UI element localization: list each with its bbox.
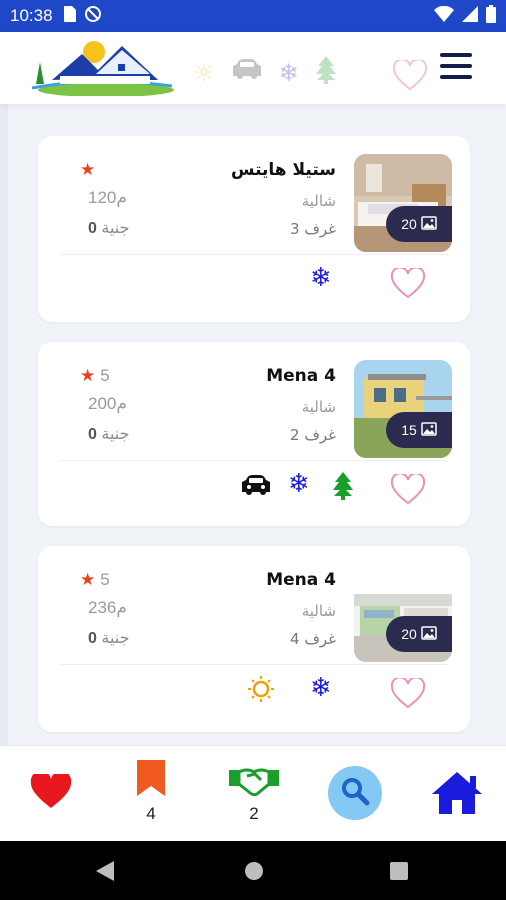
- photo-count-badge: 20: [386, 616, 452, 652]
- bookmarks-count: 4: [146, 804, 156, 823]
- price-value: 0: [88, 426, 97, 443]
- search-icon: [340, 776, 370, 810]
- price-unit: جنية: [101, 630, 130, 647]
- room-count: 2 غرف: [290, 426, 336, 444]
- heart-icon: [30, 770, 72, 814]
- listing-card[interactable]: 20 Mena 4 شالية 4 غرف ★ 5 236م 0 جنية ❄: [38, 546, 470, 732]
- room-count: 3 غرف: [290, 220, 336, 238]
- image-icon: [421, 625, 437, 643]
- system-nav-bar: [0, 841, 506, 900]
- price-unit: جنية: [101, 426, 130, 443]
- favorite-heart-icon[interactable]: [390, 266, 426, 304]
- house-logo[interactable]: [26, 40, 174, 97]
- star-icon: ★: [80, 570, 96, 589]
- sun-icon: [248, 676, 274, 708]
- home-circle-icon[interactable]: [244, 861, 264, 885]
- card-divider: [60, 254, 448, 255]
- price-unit: جنية: [101, 220, 130, 237]
- listing-price: 0 جنية: [88, 424, 129, 444]
- no-sync-icon: [84, 5, 102, 27]
- favorite-heart-icon[interactable]: [390, 676, 426, 714]
- image-icon: [421, 215, 437, 233]
- card-divider: [60, 664, 448, 665]
- back-icon[interactable]: [96, 861, 114, 885]
- listings-scroll[interactable]: 20 ستيلا هايتس شالية 3 غرف ★ 120م 0 جنية…: [0, 104, 506, 745]
- snowflake-icon[interactable]: ❄: [279, 60, 299, 86]
- listing-photo[interactable]: 20: [354, 564, 452, 662]
- deals-count: 2: [249, 804, 259, 823]
- rating: ★ 5: [80, 366, 110, 386]
- snowflake-icon: ❄: [310, 263, 332, 293]
- listing-area: 236م: [88, 598, 127, 617]
- search-button[interactable]: [328, 766, 382, 820]
- tree-icon: [332, 472, 354, 506]
- bookmark-icon: [137, 760, 165, 800]
- price-value: 0: [88, 630, 97, 647]
- property-type: شالية: [301, 602, 336, 620]
- nav-deals[interactable]: 2: [227, 764, 281, 824]
- rating: ★: [80, 160, 100, 180]
- hamburger-menu-icon[interactable]: [440, 53, 472, 79]
- listing-area: 120م: [88, 188, 127, 207]
- listing-card[interactable]: 20 ستيلا هايتس شالية 3 غرف ★ 120م 0 جنية…: [38, 136, 470, 322]
- star-icon: ★: [80, 160, 96, 179]
- scroll-edge: [0, 104, 8, 745]
- price-value: 0: [88, 220, 97, 237]
- battery-icon: [486, 5, 496, 27]
- property-type: شالية: [301, 398, 336, 416]
- photo-count-badge: 15: [386, 412, 452, 448]
- status-time: 10:38: [10, 6, 53, 25]
- tree-icon[interactable]: [315, 56, 337, 89]
- snowflake-icon: ❄: [288, 469, 310, 499]
- photo-count: 15: [401, 422, 417, 438]
- photo-count-badge: 20: [386, 206, 452, 242]
- car-icon[interactable]: [231, 58, 263, 87]
- listing-card[interactable]: 15 Mena 4 شالية 2 غرف ★ 5 200م 0 جنية ❄: [38, 342, 470, 526]
- listing-title: ستيلا هايتس: [231, 160, 336, 180]
- status-bar: 10:38: [0, 0, 506, 32]
- image-icon: [421, 421, 437, 439]
- recents-icon[interactable]: [390, 862, 408, 884]
- bottom-nav: 4 2: [0, 745, 506, 841]
- listing-area: 200م: [88, 394, 127, 413]
- sun-icon[interactable]: ☼: [193, 60, 215, 86]
- listing-price: 0 جنية: [88, 628, 129, 648]
- nav-home[interactable]: [430, 770, 484, 820]
- handshake-icon: [227, 764, 281, 800]
- car-icon: [240, 474, 272, 504]
- rating: ★ 5: [80, 570, 110, 590]
- wifi-icon: [434, 5, 454, 26]
- listing-title: Mena 4: [266, 366, 336, 386]
- nav-favorites[interactable]: [30, 770, 72, 814]
- photo-count: 20: [401, 626, 417, 642]
- card-divider: [60, 460, 448, 461]
- sd-card-icon: [63, 6, 76, 26]
- filter-icons: ☼ ❄: [193, 56, 337, 89]
- home-icon: [430, 770, 484, 820]
- signal-icon: [462, 6, 478, 26]
- favorite-heart-icon[interactable]: [390, 472, 426, 510]
- listing-title: Mena 4: [266, 570, 336, 590]
- app-header: ☼ ❄: [0, 32, 506, 104]
- room-count: 4 غرف: [290, 630, 336, 648]
- star-icon: ★: [80, 366, 96, 385]
- heart-outline-icon[interactable]: [392, 58, 428, 96]
- listing-photo[interactable]: 20: [354, 154, 452, 252]
- listing-photo[interactable]: 15: [354, 360, 452, 458]
- listing-price: 0 جنية: [88, 218, 129, 238]
- property-type: شالية: [301, 192, 336, 210]
- nav-bookmarks[interactable]: 4: [137, 760, 165, 824]
- rating-value: 5: [100, 570, 110, 589]
- photo-count: 20: [401, 216, 417, 232]
- snowflake-icon: ❄: [310, 673, 332, 703]
- rating-value: 5: [100, 366, 110, 385]
